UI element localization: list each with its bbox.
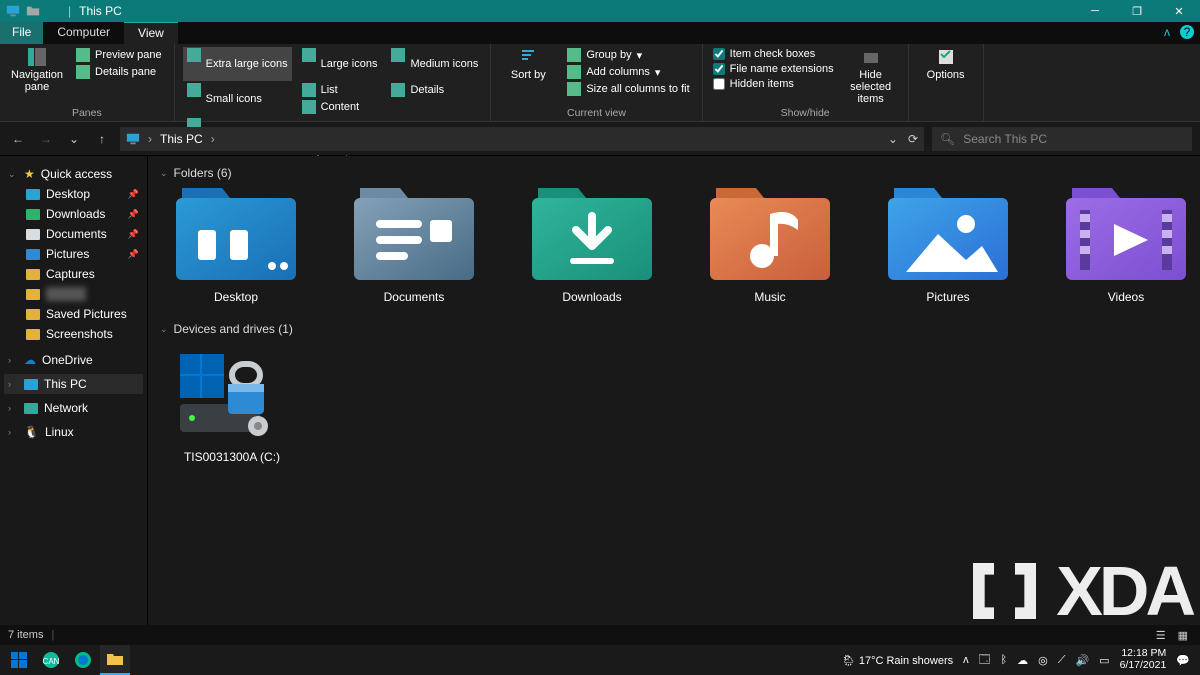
content-area: ⌄Folders (6) Desktop Documents Downloads: [148, 156, 1200, 625]
watermark: XDA: [966, 551, 1192, 625]
folder-desktop[interactable]: Desktop: [174, 188, 298, 304]
monitor-icon: [6, 4, 20, 18]
ribbon-tabs: File Computer View ʌ ?: [0, 22, 1200, 44]
status-bar: 7 items | ☰ ▦: [0, 625, 1200, 645]
view-details-button[interactable]: ☰: [1152, 629, 1170, 642]
nav-bar: ← → ⌄ ↑ › This PC › ⌄ ⟳ 🔍︎ Search This P…: [0, 122, 1200, 156]
folder-icon: [26, 4, 40, 18]
layout-large-icons[interactable]: Large icons: [298, 47, 382, 81]
folder-music[interactable]: Music: [708, 188, 832, 304]
drive-label: TIS0031300A (C:): [184, 450, 280, 464]
address-bar[interactable]: › This PC › ⌄ ⟳: [120, 127, 924, 151]
tab-view[interactable]: View: [124, 22, 178, 44]
svg-text:CAN: CAN: [43, 657, 60, 666]
sidebar-item[interactable]: Desktop📌: [4, 184, 143, 204]
layout-medium-icons[interactable]: Medium icons: [387, 47, 482, 81]
details-pane-button[interactable]: Details pane: [72, 64, 166, 80]
sidebar-item[interactable]: Pictures📌: [4, 244, 143, 264]
notifications-button[interactable]: 💬: [1176, 654, 1190, 667]
window-title: This PC: [79, 4, 122, 18]
back-button[interactable]: ←: [8, 129, 28, 149]
view-large-button[interactable]: ▦: [1174, 629, 1192, 642]
tray-wifi-icon[interactable]: ⟋: [1058, 654, 1066, 667]
weather-widget[interactable]: 🌦 17°C Rain showers: [842, 654, 953, 667]
folder-documents[interactable]: Documents: [352, 188, 476, 304]
clock[interactable]: 12:18 PM 6/17/2021: [1120, 648, 1167, 671]
hide-selected-button[interactable]: Hide selected items: [842, 47, 900, 105]
monitor-icon: [126, 132, 140, 146]
tray-bluetooth-icon[interactable]: ᛒ: [1001, 654, 1008, 666]
folder-videos[interactable]: Videos: [1064, 188, 1188, 304]
navigation-pane-button[interactable]: Navigation pane: [8, 47, 66, 105]
layout-small-icons[interactable]: Small icons: [183, 82, 292, 116]
search-input[interactable]: 🔍︎ Search This PC: [932, 127, 1192, 151]
layout-content[interactable]: Content: [298, 99, 382, 115]
section-folders[interactable]: ⌄Folders (6): [160, 166, 1188, 180]
drive-c[interactable]: TIS0031300A (C:): [160, 344, 290, 464]
folder-downloads[interactable]: Downloads: [530, 188, 654, 304]
forward-button[interactable]: →: [36, 129, 56, 149]
section-drives[interactable]: ⌄Devices and drives (1): [160, 322, 1188, 336]
preview-pane-button[interactable]: Preview pane: [72, 47, 166, 63]
group-by-button[interactable]: Group by ▾: [563, 47, 693, 63]
sidebar-this-pc[interactable]: ›This PC: [4, 374, 143, 394]
chk-hidden-items[interactable]: Hidden items: [711, 77, 836, 91]
minimize-button[interactable]: ─: [1074, 0, 1116, 22]
tray-location-icon[interactable]: ◎: [1038, 654, 1048, 667]
help-icon[interactable]: ?: [1180, 25, 1194, 39]
layout-list[interactable]: List: [298, 82, 382, 98]
sidebar-quick-access[interactable]: ⌄★Quick access: [4, 164, 143, 184]
maximize-button[interactable]: ❐: [1116, 0, 1158, 22]
sort-by-button[interactable]: Sort by: [499, 47, 557, 105]
chk-file-extensions[interactable]: File name extensions: [711, 62, 836, 76]
ribbon-collapse-icon[interactable]: ʌ ?: [1164, 25, 1194, 39]
sidebar-item[interactable]: Downloads📌: [4, 204, 143, 224]
refresh-button[interactable]: ⟳: [908, 132, 918, 146]
add-columns-button[interactable]: Add columns ▾: [563, 64, 693, 80]
taskbar-explorer[interactable]: [100, 645, 130, 675]
recent-dropdown-button[interactable]: ⌄: [64, 129, 84, 149]
options-button[interactable]: Options: [917, 47, 975, 105]
sidebar-item[interactable]: Saved Pictures: [4, 304, 143, 324]
sidebar-item[interactable]: Screenshots: [4, 324, 143, 344]
tray-battery-icon[interactable]: ▭: [1099, 654, 1109, 667]
file-menu[interactable]: File: [0, 22, 43, 44]
title-bar: | This PC ─ ❐ ✕: [0, 0, 1200, 22]
sidebar-onedrive[interactable]: ›☁OneDrive: [4, 350, 143, 370]
up-button[interactable]: ↑: [92, 129, 112, 149]
folder-pictures[interactable]: Pictures: [886, 188, 1010, 304]
sidebar-network[interactable]: ›Network: [4, 398, 143, 418]
navigation-tree: ⌄★Quick access Desktop📌Downloads📌Documen…: [0, 156, 148, 625]
status-item-count: 7 items: [8, 629, 43, 641]
sidebar-item[interactable]: Captures: [4, 264, 143, 284]
tray-icon[interactable]: 🗔: [979, 651, 991, 670]
taskbar: CAN 🌦 17°C Rain showers ʌ 🗔 ᛒ ☁ ◎ ⟋ 🔊 ▭ …: [0, 645, 1200, 675]
ribbon: Navigation pane Preview pane Details pan…: [0, 44, 1200, 122]
start-button[interactable]: [4, 645, 34, 675]
layout-extra-large-icons[interactable]: Extra large icons: [183, 47, 292, 81]
tray-onedrive-icon[interactable]: ☁: [1017, 654, 1028, 667]
search-icon: 🔍︎: [940, 132, 955, 146]
breadcrumb-item[interactable]: This PC: [160, 132, 203, 146]
address-dropdown-icon[interactable]: ⌄: [888, 132, 898, 146]
tray-volume-icon[interactable]: 🔊: [1075, 654, 1089, 667]
sidebar-item[interactable]: Documents📌: [4, 224, 143, 244]
sidebar-item[interactable]: [4, 284, 143, 304]
tray-overflow-icon[interactable]: ʌ: [963, 654, 969, 666]
taskbar-edge[interactable]: [68, 645, 98, 675]
size-columns-button[interactable]: Size all columns to fit: [563, 81, 693, 97]
sidebar-linux[interactable]: ›🐧Linux: [4, 422, 143, 442]
chk-item-checkboxes[interactable]: Item check boxes: [711, 47, 836, 61]
tab-computer[interactable]: Computer: [43, 22, 124, 44]
qat-dropdown-icon[interactable]: [46, 4, 60, 18]
layout-details[interactable]: Details: [387, 82, 482, 98]
close-button[interactable]: ✕: [1158, 0, 1200, 22]
taskbar-edge-canary[interactable]: CAN: [36, 645, 66, 675]
